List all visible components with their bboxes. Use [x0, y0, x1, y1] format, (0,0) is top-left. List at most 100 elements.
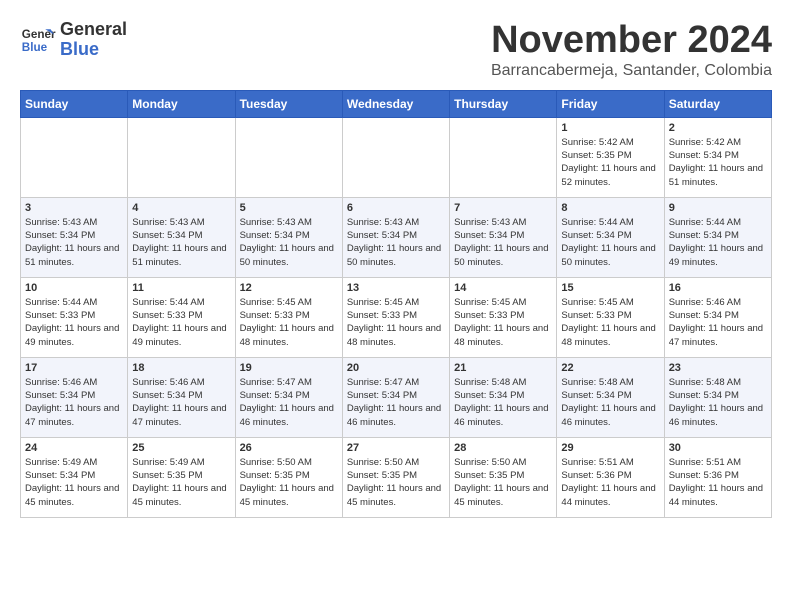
- calendar-cell: 23 Sunrise: 5:48 AM Sunset: 5:34 PM Dayli…: [664, 357, 771, 437]
- calendar-cell: [450, 117, 557, 197]
- day-info: Sunrise: 5:50 AM Sunset: 5:35 PM Dayligh…: [240, 456, 338, 509]
- calendar-cell: 26 Sunrise: 5:50 AM Sunset: 5:35 PM Dayli…: [235, 437, 342, 517]
- day-number: 16: [669, 282, 767, 294]
- day-number: 27: [347, 442, 445, 454]
- calendar-cell: 17Sunrise: 5:46 AM Sunset: 5:34 PM Dayli…: [21, 357, 128, 437]
- location-subtitle: Barrancabermeja, Santander, Colombia: [491, 62, 772, 80]
- day-info: Sunrise: 5:48 AM Sunset: 5:34 PM Dayligh…: [454, 376, 552, 429]
- calendar-cell: 1 Sunrise: 5:42 AM Sunset: 5:35 PM Daylig…: [557, 117, 664, 197]
- day-number: 18: [132, 362, 230, 374]
- day-info: Sunrise: 5:45 AM Sunset: 5:33 PM Dayligh…: [240, 296, 338, 349]
- day-info: Sunrise: 5:43 AM Sunset: 5:34 PM Dayligh…: [454, 216, 552, 269]
- day-number: 19: [240, 362, 338, 374]
- day-info: Sunrise: 5:47 AM Sunset: 5:34 PM Dayligh…: [240, 376, 338, 429]
- calendar-table: Sunday Monday Tuesday Wednesday Thursday…: [20, 90, 772, 518]
- day-number: 2: [669, 122, 767, 134]
- header-thursday: Thursday: [450, 90, 557, 117]
- day-info: Sunrise: 5:46 AM Sunset: 5:34 PM Dayligh…: [132, 376, 230, 429]
- day-info: Sunrise: 5:51 AM Sunset: 5:36 PM Dayligh…: [669, 456, 767, 509]
- calendar-cell: 10Sunrise: 5:44 AM Sunset: 5:33 PM Dayli…: [21, 277, 128, 357]
- day-number: 3: [25, 202, 123, 214]
- day-number: 28: [454, 442, 552, 454]
- day-info: Sunrise: 5:43 AM Sunset: 5:34 PM Dayligh…: [347, 216, 445, 269]
- day-info: Sunrise: 5:49 AM Sunset: 5:35 PM Dayligh…: [132, 456, 230, 509]
- day-number: 26: [240, 442, 338, 454]
- calendar-cell: [21, 117, 128, 197]
- calendar-week-4: 17Sunrise: 5:46 AM Sunset: 5:34 PM Dayli…: [21, 357, 772, 437]
- calendar-week-2: 3 Sunrise: 5:43 AM Sunset: 5:34 PM Daylig…: [21, 197, 772, 277]
- header-sunday: Sunday: [21, 90, 128, 117]
- day-number: 20: [347, 362, 445, 374]
- day-number: 4: [132, 202, 230, 214]
- header-row: Sunday Monday Tuesday Wednesday Thursday…: [21, 90, 772, 117]
- day-info: Sunrise: 5:43 AM Sunset: 5:34 PM Dayligh…: [25, 216, 123, 269]
- calendar-header: Sunday Monday Tuesday Wednesday Thursday…: [21, 90, 772, 117]
- calendar-cell: 5 Sunrise: 5:43 AM Sunset: 5:34 PM Daylig…: [235, 197, 342, 277]
- day-info: Sunrise: 5:51 AM Sunset: 5:36 PM Dayligh…: [561, 456, 659, 509]
- calendar-cell: 25 Sunrise: 5:49 AM Sunset: 5:35 PM Dayli…: [128, 437, 235, 517]
- day-number: 29: [561, 442, 659, 454]
- day-number: 14: [454, 282, 552, 294]
- calendar-cell: 7 Sunrise: 5:43 AM Sunset: 5:34 PM Daylig…: [450, 197, 557, 277]
- calendar-cell: 18 Sunrise: 5:46 AM Sunset: 5:34 PM Dayli…: [128, 357, 235, 437]
- calendar-cell: 14 Sunrise: 5:45 AM Sunset: 5:33 PM Dayli…: [450, 277, 557, 357]
- day-number: 22: [561, 362, 659, 374]
- day-info: Sunrise: 5:46 AM Sunset: 5:34 PM Dayligh…: [25, 376, 123, 429]
- day-info: Sunrise: 5:43 AM Sunset: 5:34 PM Dayligh…: [132, 216, 230, 269]
- day-number: 9: [669, 202, 767, 214]
- day-info: Sunrise: 5:46 AM Sunset: 5:34 PM Dayligh…: [669, 296, 767, 349]
- calendar-cell: 20 Sunrise: 5:47 AM Sunset: 5:34 PM Dayli…: [342, 357, 449, 437]
- calendar-cell: 15Sunrise: 5:45 AM Sunset: 5:33 PM Dayli…: [557, 277, 664, 357]
- day-info: Sunrise: 5:43 AM Sunset: 5:34 PM Dayligh…: [240, 216, 338, 269]
- logo-line1: General: [60, 20, 127, 40]
- day-number: 25: [132, 442, 230, 454]
- day-info: Sunrise: 5:44 AM Sunset: 5:33 PM Dayligh…: [132, 296, 230, 349]
- day-info: Sunrise: 5:50 AM Sunset: 5:35 PM Dayligh…: [347, 456, 445, 509]
- day-number: 23: [669, 362, 767, 374]
- calendar-cell: 8Sunrise: 5:44 AM Sunset: 5:34 PM Daylig…: [557, 197, 664, 277]
- day-number: 13: [347, 282, 445, 294]
- calendar-cell: 29 Sunrise: 5:51 AM Sunset: 5:36 PM Dayli…: [557, 437, 664, 517]
- calendar-cell: 6 Sunrise: 5:43 AM Sunset: 5:34 PM Daylig…: [342, 197, 449, 277]
- day-number: 5: [240, 202, 338, 214]
- calendar-week-3: 10 Sunrise: 5:44 AM Sunset: 5:33 PM Dayli…: [21, 277, 772, 357]
- calendar-cell: 27 Sunrise: 5:50 AM Sunset: 5:35 PM Dayli…: [342, 437, 449, 517]
- day-info: Sunrise: 5:45 AM Sunset: 5:33 PM Dayligh…: [454, 296, 552, 349]
- day-info: Sunrise: 5:48 AM Sunset: 5:34 PM Dayligh…: [561, 376, 659, 429]
- calendar-cell: 11Sunrise: 5:44 AM Sunset: 5:33 PM Dayli…: [128, 277, 235, 357]
- day-info: Sunrise: 5:50 AM Sunset: 5:35 PM Dayligh…: [454, 456, 552, 509]
- calendar-cell: 19 Sunrise: 5:47 AM Sunset: 5:34 PM Dayli…: [235, 357, 342, 437]
- day-number: 6: [347, 202, 445, 214]
- calendar-cell: [342, 117, 449, 197]
- day-info: Sunrise: 5:47 AM Sunset: 5:34 PM Dayligh…: [347, 376, 445, 429]
- day-info: Sunrise: 5:44 AM Sunset: 5:34 PM Dayligh…: [561, 216, 659, 269]
- day-number: 15: [561, 282, 659, 294]
- day-info: Sunrise: 5:49 AM Sunset: 5:34 PM Dayligh…: [25, 456, 123, 509]
- day-info: Sunrise: 5:48 AM Sunset: 5:34 PM Dayligh…: [669, 376, 767, 429]
- day-info: Sunrise: 5:44 AM Sunset: 5:34 PM Dayligh…: [669, 216, 767, 269]
- day-info: Sunrise: 5:42 AM Sunset: 5:35 PM Dayligh…: [561, 136, 659, 189]
- calendar-cell: 30Sunrise: 5:51 AM Sunset: 5:36 PM Dayli…: [664, 437, 771, 517]
- title-block: November 2024 Barrancabermeja, Santander…: [491, 20, 772, 80]
- calendar-body: 1 Sunrise: 5:42 AM Sunset: 5:35 PM Daylig…: [21, 117, 772, 517]
- svg-text:Blue: Blue: [22, 41, 48, 54]
- calendar-cell: 22 Sunrise: 5:48 AM Sunset: 5:34 PM Dayli…: [557, 357, 664, 437]
- header-tuesday: Tuesday: [235, 90, 342, 117]
- calendar-cell: [128, 117, 235, 197]
- header-monday: Monday: [128, 90, 235, 117]
- logo-text: General Blue: [60, 20, 127, 60]
- page-header: General Blue General Blue November 2024 …: [20, 20, 772, 80]
- day-number: 10: [25, 282, 123, 294]
- logo: General Blue General Blue: [20, 20, 127, 60]
- calendar-cell: 16 Sunrise: 5:46 AM Sunset: 5:34 PM Dayli…: [664, 277, 771, 357]
- header-wednesday: Wednesday: [342, 90, 449, 117]
- calendar-cell: 9 Sunrise: 5:44 AM Sunset: 5:34 PM Daylig…: [664, 197, 771, 277]
- day-number: 24: [25, 442, 123, 454]
- day-number: 1: [561, 122, 659, 134]
- calendar-cell: 3 Sunrise: 5:43 AM Sunset: 5:34 PM Daylig…: [21, 197, 128, 277]
- header-friday: Friday: [557, 90, 664, 117]
- day-number: 7: [454, 202, 552, 214]
- calendar-week-1: 1 Sunrise: 5:42 AM Sunset: 5:35 PM Daylig…: [21, 117, 772, 197]
- header-saturday: Saturday: [664, 90, 771, 117]
- day-number: 12: [240, 282, 338, 294]
